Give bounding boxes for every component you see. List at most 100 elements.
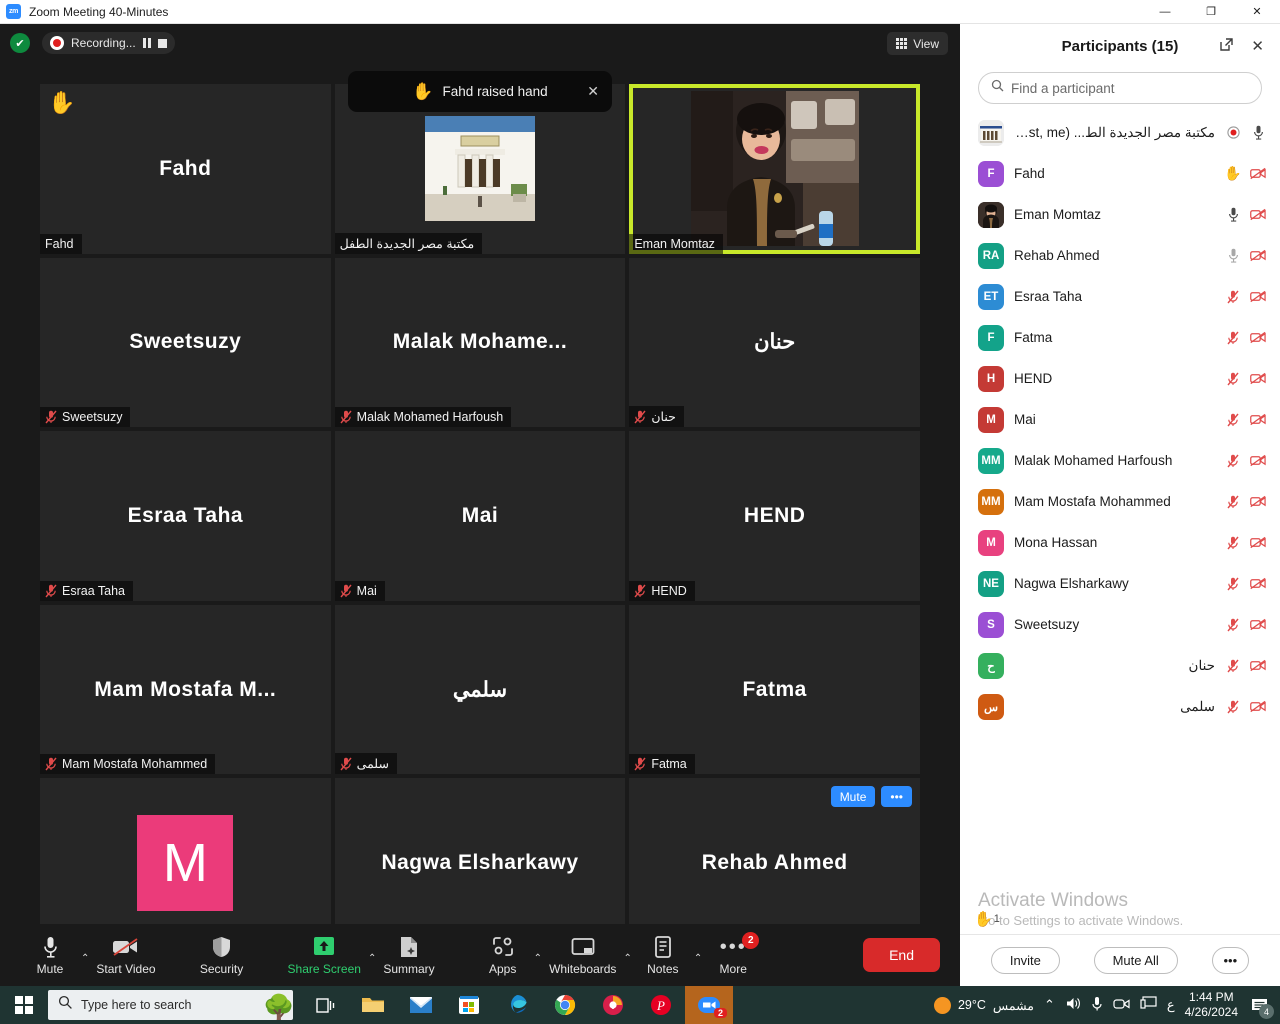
pinterest-icon[interactable]: P — [637, 986, 685, 1024]
more-button[interactable]: ••• More 2 — [705, 924, 761, 986]
maximize-button[interactable]: ❐ — [1188, 0, 1234, 24]
avast-icon[interactable] — [589, 986, 637, 1024]
mic-muted-icon[interactable] — [1225, 699, 1241, 715]
notifications-icon[interactable]: 4 — [1248, 993, 1274, 1019]
minimize-button[interactable]: — — [1142, 0, 1188, 24]
whiteboards-button[interactable]: Whiteboards — [545, 924, 620, 986]
zoom-taskbar-icon[interactable]: 2 — [685, 986, 733, 1024]
search-input[interactable]: Find a participant — [978, 72, 1262, 104]
chrome-icon[interactable] — [541, 986, 589, 1024]
pause-recording-icon[interactable] — [142, 38, 151, 48]
video-off-icon[interactable] — [1250, 617, 1266, 633]
video-tile[interactable]: حنان حنان — [629, 257, 920, 428]
participant-row[interactable]: F Fahd ✋ — [960, 153, 1280, 194]
video-tile[interactable]: Sweetsuzy Sweetsuzy — [40, 257, 331, 428]
mic-muted-icon[interactable] — [1225, 453, 1241, 469]
video-tile[interactable]: HEND HEND — [629, 431, 920, 601]
taskbar-search-input[interactable]: Type here to search 🌳 — [48, 990, 293, 1020]
video-off-icon[interactable] — [1250, 207, 1266, 223]
mute-options-caret[interactable]: ⌃ — [78, 953, 92, 964]
participant-row[interactable]: H HEND — [960, 358, 1280, 399]
video-off-icon[interactable] — [1250, 658, 1266, 674]
participant-row[interactable]: MM Mam Mostafa Mohammed — [960, 481, 1280, 522]
mic-muted-icon[interactable] — [1225, 617, 1241, 633]
microphone-on-icon[interactable] — [1250, 125, 1266, 141]
language-indicator[interactable]: ع — [1167, 997, 1175, 1013]
security-shield-icon[interactable]: ✔ — [10, 33, 30, 53]
mic-muted-icon[interactable] — [1225, 658, 1241, 674]
participant-row[interactable]: M Mona Hassan — [960, 522, 1280, 563]
video-tile[interactable]: Malak Mohame... Malak Mohamed Harfoush — [334, 257, 626, 428]
video-tile[interactable]: Mam Mostafa M... Mam Mostafa Mohammed — [40, 604, 331, 775]
video-tile[interactable]: Rehab AhmedMute•••Rehab Ahmed — [629, 778, 920, 948]
apps-options-caret[interactable]: ⌃ — [531, 953, 545, 964]
video-tile[interactable]: Nagwa ElsharkawyNagwa Elsharkawy — [334, 778, 626, 948]
video-tile[interactable]: Esraa Taha Esraa Taha — [40, 431, 331, 601]
summary-button[interactable]: Summary — [379, 924, 438, 986]
video-off-icon[interactable] — [1250, 166, 1266, 182]
participant-row[interactable]: Eman Momtaz — [960, 194, 1280, 235]
mute-all-button[interactable]: Mute All — [1093, 947, 1178, 974]
share-screen-button[interactable]: Share Screen — [284, 924, 365, 986]
toast-close-icon[interactable]: ✕ — [587, 83, 599, 100]
mic-muted-icon[interactable] — [1225, 535, 1241, 551]
participant-row[interactable]: ET Esraa Taha — [960, 276, 1280, 317]
video-off-icon[interactable] — [1250, 248, 1266, 264]
windows-start-icon[interactable] — [0, 986, 48, 1024]
tile-mute-button[interactable]: Mute — [830, 786, 876, 808]
mic-muted-icon[interactable] — [1225, 330, 1241, 346]
video-tile[interactable]: ✋ Fahd Fahd — [40, 84, 331, 254]
mic-muted-icon[interactable] — [1225, 576, 1241, 592]
camera-icon[interactable] — [1113, 997, 1130, 1014]
participant-row[interactable]: M Mai — [960, 399, 1280, 440]
participant-row[interactable]: س سلمى — [960, 686, 1280, 727]
participant-row[interactable]: MM Malak Mohamed Harfoush — [960, 440, 1280, 481]
start-video-button[interactable]: Start Video — [92, 924, 159, 986]
microphone-on-icon[interactable] — [1225, 248, 1241, 264]
file-explorer-icon[interactable] — [349, 986, 397, 1024]
share-options-caret[interactable]: ⌃ — [365, 953, 379, 964]
security-button[interactable]: Security — [194, 924, 250, 986]
mic-muted-icon[interactable] — [1225, 289, 1241, 305]
video-off-icon[interactable] — [1250, 699, 1266, 715]
display-icon[interactable] — [1140, 996, 1157, 1014]
mute-button[interactable]: Mute — [22, 924, 78, 986]
microphone-on-icon[interactable] — [1225, 207, 1241, 223]
video-tile[interactable]: سلمي سلمى — [334, 604, 626, 775]
video-tile[interactable]: Mai Mai — [334, 431, 626, 601]
edge-icon[interactable] — [493, 986, 541, 1024]
video-off-icon[interactable] — [1250, 576, 1266, 592]
invite-button[interactable]: Invite — [990, 947, 1060, 974]
chevron-up-icon[interactable]: ⌃ — [1044, 997, 1055, 1013]
taskbar-clock[interactable]: 1:44 PM 4/26/2024 — [1185, 990, 1238, 1020]
participant-row-host[interactable]: مكتبة مصر الجديدة الط... (Host, me) — [960, 112, 1280, 153]
end-meeting-button[interactable]: End — [863, 938, 940, 972]
apps-button[interactable]: Apps — [475, 924, 531, 986]
close-button[interactable]: ✕ — [1234, 0, 1280, 24]
mail-icon[interactable] — [397, 986, 445, 1024]
video-tile[interactable]: MMona Hassan — [40, 778, 331, 948]
video-off-icon[interactable] — [1250, 289, 1266, 305]
participants-more-button[interactable]: ••• — [1211, 947, 1250, 974]
volume-icon[interactable] — [1065, 996, 1081, 1014]
microphone-icon[interactable] — [1091, 996, 1103, 1015]
notes-options-caret[interactable]: ⌃ — [691, 953, 705, 964]
video-off-icon[interactable] — [1250, 412, 1266, 428]
participant-row[interactable]: NE Nagwa Elsharkawy — [960, 563, 1280, 604]
video-off-icon[interactable] — [1250, 453, 1266, 469]
video-off-icon[interactable] — [1250, 494, 1266, 510]
video-tile[interactable]: Eman Momtaz — [629, 84, 920, 254]
participant-row[interactable]: F Fatma — [960, 317, 1280, 358]
participant-row[interactable]: RA Rehab Ahmed — [960, 235, 1280, 276]
microsoft-store-icon[interactable] — [445, 986, 493, 1024]
video-tile[interactable]: Fatma Fatma — [629, 604, 920, 775]
video-off-icon[interactable] — [1250, 535, 1266, 551]
task-view-icon[interactable] — [301, 986, 349, 1024]
close-icon[interactable]: ✕ — [1251, 37, 1264, 55]
video-off-icon[interactable] — [1250, 371, 1266, 387]
participant-row[interactable]: ح حنان — [960, 645, 1280, 686]
video-off-icon[interactable] — [1250, 330, 1266, 346]
stop-recording-icon[interactable] — [157, 38, 167, 48]
view-button[interactable]: View — [887, 32, 948, 55]
tile-more-button[interactable]: ••• — [881, 786, 912, 808]
